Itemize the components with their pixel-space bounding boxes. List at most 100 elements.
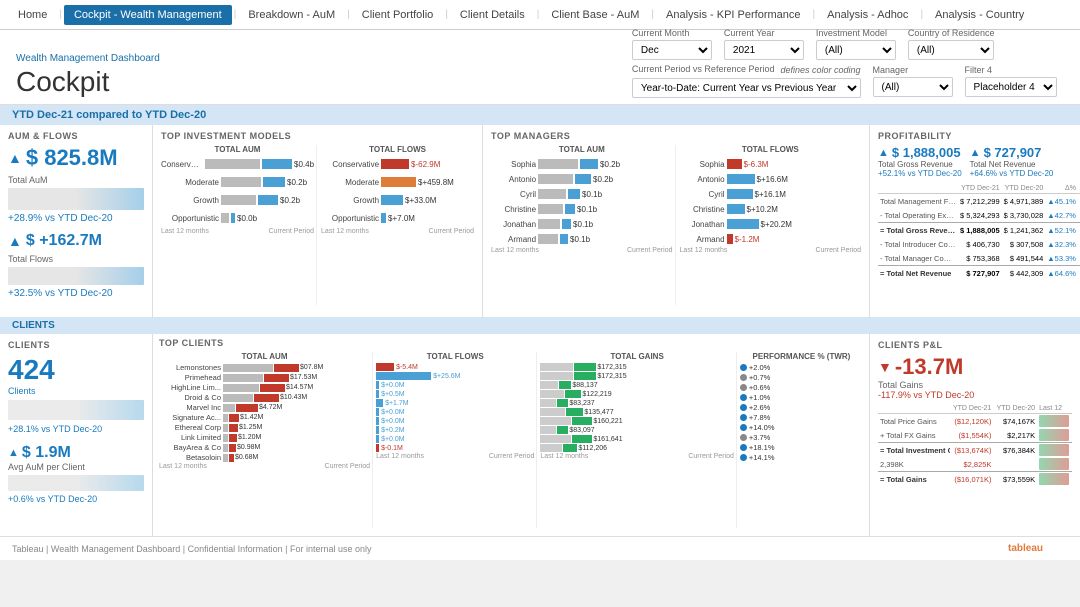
aum-flows-panel: AuM & FLOWS ▲ $ 825.8M Total AuM +28.9% … — [0, 125, 152, 317]
nav-client-portfolio[interactable]: Client Portfolio — [352, 5, 444, 25]
top-clients-title: TOP CLIENTS — [159, 338, 863, 348]
net-revenue-label: Total Net Revenue — [970, 160, 1054, 169]
profit-row-ref: $ 3,730,028 — [1002, 208, 1046, 223]
nav-analysis-adhoc[interactable]: Analysis - Adhoc — [817, 5, 918, 25]
flows-up-icon: ▲ — [8, 233, 22, 249]
pnl-row-sparkline — [1037, 414, 1072, 429]
pnl-row-sparkline — [1037, 457, 1072, 472]
net-revenue-group: ▲ $ 727,907 Total Net Revenue +64.6% vs … — [970, 145, 1054, 178]
current-year-control: Current Year 2021 — [724, 28, 804, 60]
aum-up-icon: ▲ — [8, 150, 22, 166]
tc-aum-row: Primehead $17.53M — [159, 373, 370, 382]
header-branding: Wealth Management Dashboard Cockpit — [16, 53, 160, 98]
nav-home[interactable]: Home — [8, 5, 57, 25]
current-month-select[interactable]: Dec — [632, 40, 712, 60]
tc-flows-row: $+1.7M — [376, 399, 534, 407]
perf-dot — [740, 444, 747, 451]
tc-flows-sub: TOTAL FLOWS $-5.4M $+25.6M $+0.0M $+0.5M… — [372, 352, 534, 528]
tc-flows-row: $+0.0M — [376, 408, 534, 416]
flows-amount: $ +162.7M — [26, 232, 102, 250]
tc-gains-row: $122,219 — [540, 390, 733, 398]
investment-model-label: Investment Model — [816, 28, 896, 38]
clients-mini-chart — [8, 400, 144, 420]
tc-gains-bars: $172,315 $172,315 $88,137 $122,219 $83,2… — [540, 363, 733, 452]
nav-client-base[interactable]: Client Base - AuM — [541, 5, 649, 25]
profit-row-change: ▲45.1% — [1045, 194, 1078, 209]
profit-row-ytd: $ 7,212,299 — [958, 194, 1002, 209]
nav-cockpit[interactable]: Cockpit - Wealth Management — [64, 5, 232, 25]
tc-perf-row: +1.0% — [740, 393, 863, 402]
profit-row-ytd: $ 5,324,293 — [958, 208, 1002, 223]
pnl-total-label: Total Gains — [878, 380, 1072, 390]
investment-model-select[interactable]: (All) — [816, 40, 896, 60]
clients-pnl-panel: CLIENTS P&L ▼ -13.7M Total Gains -117.9%… — [870, 334, 1080, 536]
pnl-row-label: Total Price Gains — [878, 414, 950, 429]
invest-flows-row-opportunistic: Opportunistic $+7.0M — [321, 212, 474, 224]
tc-perf-row: +18.1% — [740, 443, 863, 452]
tc-gains-row: $83,237 — [540, 399, 733, 407]
top-managers-panel: TOP MANAGERS TOTAL AUM Sophia $0.2b A — [483, 125, 869, 317]
tc-gains-row: $135,477 — [540, 408, 733, 416]
tableau-logo: tableau — [1008, 540, 1068, 557]
pnl-row-label: 2,398K — [878, 457, 950, 472]
invest-flows-row-moderate: Moderate $+459.8M — [321, 176, 474, 188]
period-select[interactable]: Year-to-Date: Current Year vs Previous Y… — [632, 78, 861, 98]
investment-model-control: Investment Model (All) — [816, 28, 896, 60]
perf-dot — [740, 414, 747, 421]
invest-flows-title: TOTAL FLOWS — [321, 145, 474, 154]
invest-flows-row-conservative: Conservative $-62.9M — [321, 158, 474, 170]
avg-up-icon: ▲ — [8, 447, 19, 459]
perf-dot — [740, 394, 747, 401]
tc-aum-row: BayArea & Co $0.98M — [159, 443, 370, 452]
clients-count-label: Clients — [8, 386, 144, 396]
tc-flows-row: $+25.6M — [376, 372, 534, 380]
tc-aum-row: Marvel Inc $4.72M — [159, 403, 370, 412]
pnl-row-ytd: ($16,071K) — [950, 472, 994, 487]
mgr-aum-cyril: Cyril $0.1b — [491, 188, 672, 200]
country-select[interactable]: (All) — [908, 40, 995, 60]
tc-flows-row: $+0.0M — [376, 435, 534, 443]
tc-aum-row: Droid & Co $10.43M — [159, 393, 370, 402]
tc-flows-row: $-5.4M — [376, 363, 534, 371]
invest-aum-axis: Last 12 months Current Period — [161, 228, 314, 235]
invest-title: TOP INVESTMENT MODELS — [161, 131, 474, 141]
net-up-icon: ▲ — [970, 147, 981, 159]
tc-aum-row: Link Limited $1.20M — [159, 433, 370, 442]
invest-aum-row-growth: Growth $0.2b — [161, 194, 314, 206]
nav-client-details[interactable]: Client Details — [450, 5, 535, 25]
tc-flows-row: $-0.1M — [376, 444, 534, 452]
filter4-select[interactable]: Placeholder 4 — [965, 77, 1057, 97]
controls-row-2: Current Period vs Reference Period defin… — [632, 64, 1064, 98]
profit-row-change: ▲64.6% — [1045, 266, 1078, 281]
tc-aum-axis: Last 12 monthsCurrent Period — [159, 463, 370, 470]
filter4-label: Filter 4 — [965, 65, 1057, 75]
current-year-select[interactable]: 2021 — [724, 40, 804, 60]
current-month-label: Current Month — [632, 28, 712, 38]
tc-flows-row: $+0.0M — [376, 417, 534, 425]
mgr-aum-antonio: Antonio $0.2b — [491, 173, 672, 185]
tc-gains-row: $112,206 — [540, 444, 733, 452]
period-label: Current Period vs Reference Period — [632, 64, 775, 74]
nav-analysis-country[interactable]: Analysis - Country — [925, 5, 1034, 25]
mgr-aum-armand: Armand $0.1b — [491, 233, 672, 245]
nav-breakdown[interactable]: Breakdown - AuM — [238, 5, 345, 25]
header-title: Cockpit — [16, 66, 160, 98]
mgr-aum-christine: Christine $0.1b — [491, 203, 672, 215]
tc-perf-sub: PERFORMANCE % (TWR) +2.0% +0.7% +0.6% +1… — [736, 352, 863, 528]
header: Wealth Management Dashboard Cockpit Curr… — [0, 30, 1080, 105]
tableau-svg: tableau — [1008, 540, 1068, 554]
pnl-row-ref: $76,384K — [993, 443, 1037, 458]
invest-flows-row-growth: Growth $+33.0M — [321, 194, 474, 206]
top-section: AuM & FLOWS ▲ $ 825.8M Total AuM +28.9% … — [0, 125, 1080, 317]
pnl-row-sparkline — [1037, 428, 1072, 443]
managers-aum-title: TOTAL AUM — [491, 145, 672, 154]
manager-select[interactable]: (All) — [873, 77, 953, 97]
pnl-row-ref: $74,167K — [993, 414, 1037, 429]
profit-row-ytd: $ 406,730 — [958, 237, 1002, 251]
tc-gains-row: $172,315 — [540, 363, 733, 371]
profit-row-label: = Total Net Revenue — [878, 266, 958, 281]
net-revenue-val: $ 727,907 — [984, 145, 1042, 160]
tc-gains-row: $88,137 — [540, 381, 733, 389]
nav-analysis-kpi[interactable]: Analysis - KPI Performance — [656, 5, 811, 25]
tc-gains-row: $160,221 — [540, 417, 733, 425]
